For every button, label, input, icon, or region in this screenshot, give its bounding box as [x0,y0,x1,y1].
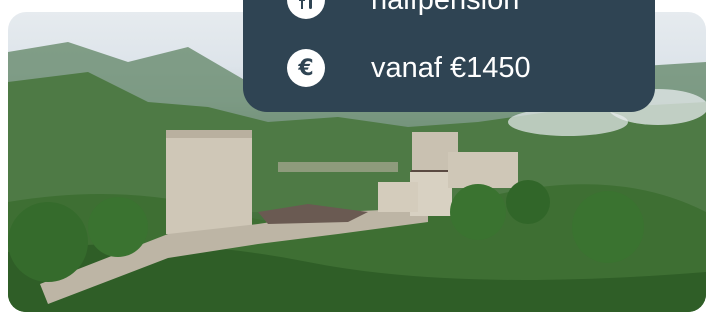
price-text: vanaf €1450 [371,52,531,84]
board-type-text: halfpension [371,0,520,16]
price-row: € vanaf €1450 [243,48,655,88]
cutlery-icon [287,0,325,19]
board-type-row: halfpension [243,0,655,20]
euro-icon: € [287,49,325,87]
offer-info-panel: halfpension € vanaf €1450 [243,0,655,112]
